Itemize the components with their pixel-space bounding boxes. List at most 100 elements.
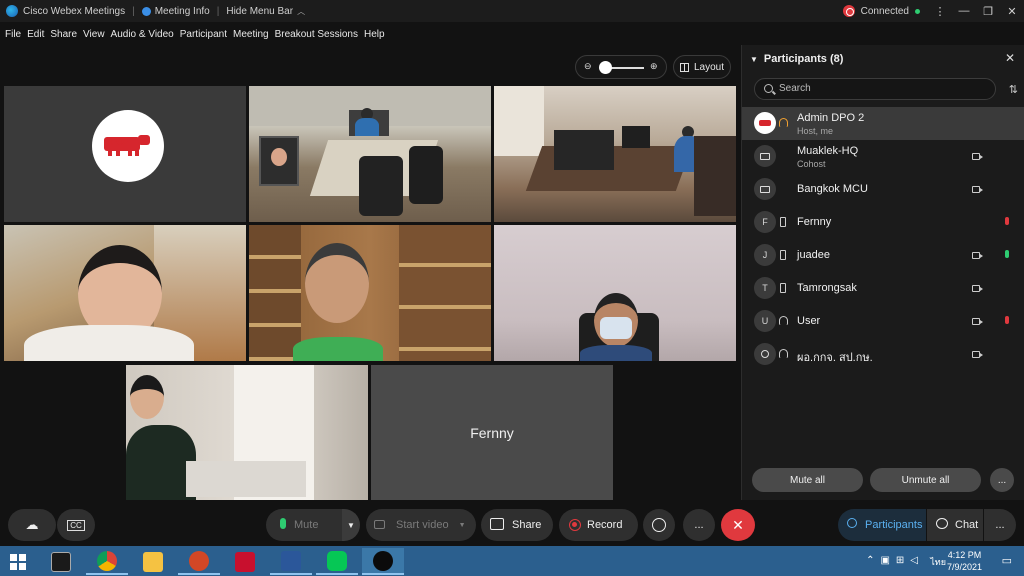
chat-button[interactable]: Chat [927,509,983,541]
participant-row[interactable]: ผอ.กกจ. สป.กษ. [742,338,1024,371]
taskbar-app-powerpoint[interactable] [178,548,220,575]
chair [409,146,443,204]
notifications-icon[interactable]: ▭ [1002,554,1012,567]
menu-file[interactable]: File [5,29,21,40]
more-options-icon[interactable]: ⋮ [928,5,952,18]
close-icon[interactable]: ✕ [1005,51,1015,65]
taskbar-clock[interactable]: 4:12 PM 7/9/2021 [947,549,982,573]
clock-date: 7/9/2021 [946,562,982,572]
participant-row[interactable]: F Fernny [742,206,1024,239]
audio-options-dropdown[interactable]: ▼ [342,509,360,541]
avatar: T [754,277,776,299]
input-language[interactable]: ไทย [930,555,946,569]
panels-more-button[interactable]: ... [984,509,1016,541]
taskbar-app-cmd[interactable] [40,548,82,575]
search-input[interactable]: Search [754,78,996,100]
connection-status[interactable]: Connected [861,6,909,17]
closed-captions-button[interactable]: CC [57,509,95,541]
taskbar-app-chrome[interactable] [86,548,128,575]
restore-button[interactable]: ❐ [976,5,1000,18]
menu-help[interactable]: Help [364,29,385,40]
more-options-button[interactable]: ... [683,509,715,541]
video-device-icon [754,178,776,200]
hide-menu-bar-button[interactable]: Hide Menu Bar [226,6,293,17]
terminal-icon [51,551,71,572]
close-window-button[interactable]: ✕ [1000,5,1024,18]
unmute-all-button[interactable]: Unmute all [870,468,981,492]
system-tray-icons[interactable]: ⌃▣⊞◁ [866,555,924,566]
menu-edit[interactable]: Edit [27,29,44,40]
menu-share[interactable]: Share [50,29,77,40]
taskbar-app-webex[interactable] [362,548,404,575]
video-tile[interactable] [126,365,368,500]
person-head [305,243,369,323]
menu-meeting[interactable]: Meeting [233,29,269,40]
participant-row[interactable]: Admin DPO 2 Host, me [742,107,1024,140]
menu-audio-video[interactable]: Audio & Video [111,29,174,40]
microphone-icon [280,518,286,529]
webex-logo-icon [6,5,18,17]
menu-view[interactable]: View [83,29,105,40]
chevron-up-icon[interactable]: ︿ [297,6,305,17]
avatar-logo [754,112,776,134]
taskbar-app-file-explorer[interactable] [132,548,174,575]
end-meeting-button[interactable]: ✕ [721,509,755,541]
mobile-phone-icon [780,217,786,227]
video-camera-icon [374,520,385,529]
more-options-button[interactable]: ... [990,468,1014,492]
video-tile[interactable] [494,225,736,361]
participant-row[interactable]: T Tamrongsak [742,272,1024,305]
reactions-button[interactable] [643,509,675,541]
zoom-slider-handle[interactable] [599,61,612,74]
taskbar-app-acrobat[interactable] [224,548,266,575]
taskbar-app-word[interactable] [270,548,312,575]
face-mask [600,317,632,339]
participant-row[interactable]: Bangkok MCU [742,173,1024,206]
mute-button[interactable]: Mute [266,509,342,541]
monitor [554,130,614,170]
video-tile[interactable]: Fernny [371,365,613,500]
microphone-icon[interactable] [1005,250,1009,258]
participants-button[interactable]: Participants [838,509,926,541]
person-head [271,148,287,166]
record-button[interactable]: Record [559,509,638,541]
panel-header[interactable]: ▼ Participants (8) [750,53,843,65]
start-button[interactable] [0,548,36,575]
participant-row[interactable]: U User [742,305,1024,338]
participants-label: Participants [865,519,923,531]
folder-icon [143,551,163,572]
video-tile[interactable] [494,86,736,222]
microphone-muted-icon[interactable] [1005,217,1009,225]
video-tile[interactable] [249,225,491,361]
video-camera-icon [972,351,983,358]
participant-row[interactable]: Jjuadee [742,239,1024,272]
start-video-button[interactable]: Start video ▼ [366,509,476,541]
zoom-in-icon[interactable]: ⊕ [650,61,658,72]
dpo2-logo: DPO2 [92,110,164,182]
pdf-icon [235,551,255,572]
sort-icon[interactable]: ⇅ [1009,83,1018,96]
menu-breakout-sessions[interactable]: Breakout Sessions [275,29,358,40]
mobile-phone-icon [780,250,786,260]
video-tile[interactable] [249,86,491,222]
meeting-info-button[interactable]: Meeting Info [155,6,210,17]
taskbar-app-line[interactable] [316,548,358,575]
share-button[interactable]: Share [481,509,553,541]
video-tile[interactable]: DPO2 [4,86,246,222]
clock-time: 4:12 PM [947,550,982,560]
whiteboard-button[interactable]: ☁ [8,509,56,541]
video-tile[interactable] [4,225,246,361]
chevron-down-icon[interactable]: ▼ [750,55,758,64]
menu-participant[interactable]: Participant [180,29,227,40]
microphone-muted-icon[interactable] [1005,316,1009,324]
title-bar: Cisco Webex Meetings | Meeting Info | Hi… [0,0,1024,22]
mute-all-button[interactable]: Mute all [752,468,863,492]
mobile-phone-icon [780,283,786,293]
chevron-down-icon[interactable]: ▼ [459,522,466,529]
desk [186,461,306,497]
layout-button[interactable]: Layout [673,55,731,79]
participant-row[interactable]: Muaklek-HQ Cohost [742,140,1024,173]
zoom-out-icon[interactable]: ⊖ [584,61,592,72]
video-camera-icon [972,285,983,292]
minimize-button[interactable]: — [952,5,976,17]
